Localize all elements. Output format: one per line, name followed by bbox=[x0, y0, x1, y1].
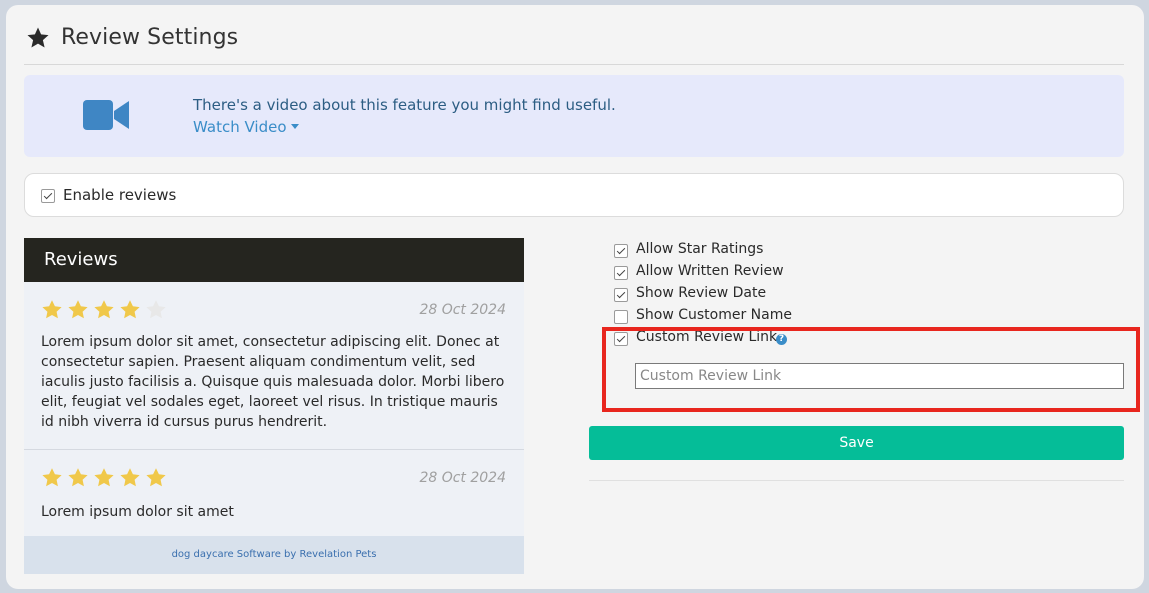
star-filled-icon bbox=[42, 468, 62, 487]
option-checkbox[interactable] bbox=[614, 288, 628, 302]
page-header: Review Settings bbox=[24, 21, 1124, 65]
review-item: 28 Oct 2024 Lorem ipsum dolor sit amet, … bbox=[24, 282, 524, 450]
star-filled-icon bbox=[120, 300, 140, 319]
powered-by-link[interactable]: dog daycare Software by Revelation Pets bbox=[172, 549, 377, 560]
highlight-box bbox=[602, 327, 1140, 412]
caret-down-icon bbox=[290, 124, 299, 129]
page-title: Review Settings bbox=[61, 25, 239, 50]
star-filled-icon bbox=[68, 300, 88, 319]
review-text: Lorem ipsum dolor sit amet bbox=[41, 504, 234, 520]
option-checkbox[interactable] bbox=[614, 244, 628, 258]
watch-video-label: Watch Video bbox=[193, 118, 287, 136]
star-empty-icon bbox=[146, 300, 166, 319]
star-filled-icon bbox=[94, 468, 114, 487]
star-icon bbox=[27, 27, 49, 48]
star-filled-icon bbox=[68, 468, 88, 487]
reviews-preview-panel: Reviews 28 Oct 2024 Lorem ipsum dolor si… bbox=[24, 238, 524, 574]
option-label: Show Customer Name bbox=[636, 307, 792, 323]
review-settings-card: Review Settings There's a video about th… bbox=[6, 5, 1144, 589]
option-label: Show Review Date bbox=[636, 285, 767, 301]
option-label: Allow Star Ratings bbox=[636, 241, 764, 257]
reviews-panel-footer: dog daycare Software by Revelation Pets bbox=[24, 536, 524, 574]
star-filled-icon bbox=[94, 300, 114, 319]
option-checkbox[interactable] bbox=[614, 310, 628, 324]
reviews-panel-header: Reviews bbox=[24, 238, 524, 282]
star-rating bbox=[41, 467, 171, 489]
star-filled-icon bbox=[146, 468, 166, 487]
enable-reviews-box: Enable reviews bbox=[24, 173, 1124, 217]
enable-reviews-checkbox[interactable] bbox=[41, 189, 55, 203]
review-date: 28 Oct 2024 bbox=[419, 302, 506, 318]
save-button[interactable]: Save bbox=[589, 426, 1124, 460]
video-camera-icon bbox=[83, 100, 129, 130]
option-label: Allow Written Review bbox=[636, 263, 784, 279]
star-filled-icon bbox=[42, 300, 62, 319]
reviews-panel-title: Reviews bbox=[44, 249, 118, 270]
video-banner-text: There's a video about this feature you m… bbox=[193, 96, 616, 114]
star-filled-icon bbox=[120, 468, 140, 487]
review-text: Lorem ipsum dolor sit amet, consectetur … bbox=[41, 334, 505, 430]
review-date: 28 Oct 2024 bbox=[419, 470, 506, 486]
review-item: 28 Oct 2024 Lorem ipsum dolor sit amet bbox=[24, 450, 524, 536]
divider bbox=[589, 480, 1124, 481]
watch-video-link[interactable]: Watch Video bbox=[193, 118, 299, 136]
option-checkbox[interactable] bbox=[614, 266, 628, 280]
video-banner: There's a video about this feature you m… bbox=[24, 75, 1124, 157]
star-rating bbox=[41, 299, 171, 321]
enable-reviews-label: Enable reviews bbox=[63, 186, 177, 204]
